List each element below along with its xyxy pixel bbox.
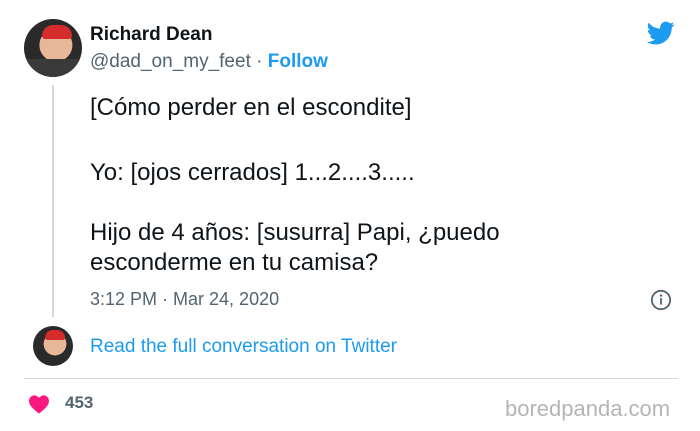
tweet-text-line: [Cómo perder en el escondite] bbox=[90, 94, 412, 121]
author-name[interactable]: Richard Dean bbox=[90, 24, 212, 46]
author-avatar[interactable] bbox=[24, 19, 82, 77]
handle-separator: · bbox=[256, 51, 263, 72]
tweet-text-line: esconderme en tu camisa? bbox=[90, 249, 379, 276]
like-count: 453 bbox=[65, 393, 94, 412]
read-conversation-link[interactable]: Read the full conversation on Twitter bbox=[90, 336, 397, 358]
divider bbox=[24, 378, 678, 379]
heart-icon[interactable] bbox=[28, 394, 50, 414]
watermark: boredpanda.com bbox=[505, 396, 671, 421]
author-handle-row: @dad_on_my_feet · Follow bbox=[90, 51, 328, 73]
author-avatar-small[interactable] bbox=[33, 326, 73, 366]
info-icon[interactable] bbox=[650, 289, 672, 311]
author-handle[interactable]: @dad_on_my_feet bbox=[90, 51, 251, 72]
twitter-bird-icon[interactable] bbox=[645, 19, 677, 47]
follow-button[interactable]: Follow bbox=[268, 51, 328, 72]
tweet-timestamp[interactable]: 3:12 PM · Mar 24, 2020 bbox=[90, 289, 279, 310]
thread-connector-line bbox=[52, 85, 54, 317]
tweet-text-line: Hijo de 4 años: [susurra] Papi, ¿puedo bbox=[90, 219, 500, 246]
tweet-text-line: Yo: [ojos cerrados] 1...2....3..... bbox=[90, 159, 415, 186]
